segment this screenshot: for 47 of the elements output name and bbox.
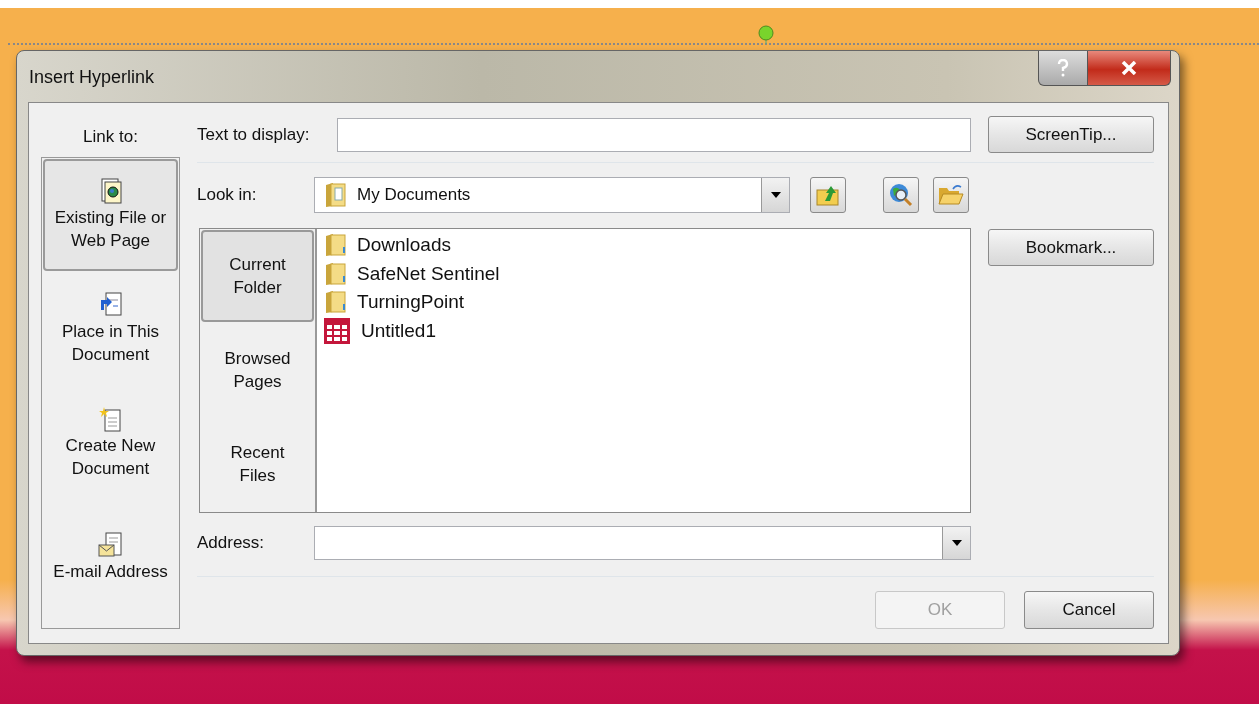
browse-web-button[interactable] [883, 177, 919, 213]
caret-icon [951, 540, 962, 546]
link-type-item[interactable]: E-mail Address [43, 501, 178, 613]
document-envelope-icon [97, 531, 124, 558]
open-folder-icon [938, 183, 964, 207]
close-icon [1121, 61, 1137, 75]
folder-up-arrow-icon [816, 184, 840, 206]
folder-icon [323, 182, 347, 208]
document-arrow-icon [98, 292, 123, 318]
document-globe-icon [99, 178, 122, 204]
question-icon [1057, 59, 1069, 77]
folder-icon [323, 233, 347, 258]
address-field[interactable] [314, 526, 971, 560]
new-document-icon [98, 406, 123, 432]
field-label: Look in: [197, 185, 258, 205]
dropdown-button[interactable] [942, 527, 970, 559]
dropdown-button[interactable] [761, 178, 789, 212]
screentip-button[interactable]: ScreenTip... [988, 116, 1154, 153]
browse-tab[interactable]: Recent Files [200, 417, 315, 511]
bookmark-button[interactable]: Bookmark... [988, 229, 1154, 266]
browse-tab[interactable]: Current Folder [201, 230, 314, 322]
close-button[interactable] [1088, 51, 1171, 86]
up-folder-button[interactable] [810, 177, 846, 213]
link-to-label: Link to: [83, 126, 138, 147]
folder-icon [323, 290, 347, 315]
rotation-handle[interactable] [756, 24, 776, 44]
folder-icon [323, 261, 347, 286]
window-title: Insert Hyperlink [29, 67, 155, 88]
look-in-dropdown[interactable]: My Documents [314, 177, 790, 213]
browse-tab[interactable]: Browsed Pages [200, 323, 315, 417]
link-type-item[interactable]: Existing File or Web Page [43, 159, 178, 271]
text-field[interactable] [337, 117, 971, 152]
file-item[interactable]: Untitled1 [361, 319, 436, 342]
globe-magnifier-icon [888, 182, 914, 208]
file-item[interactable]: Downloads [357, 234, 451, 257]
browse-file-button[interactable] [933, 177, 969, 213]
caret-icon [770, 192, 781, 198]
file-item[interactable]: TurningPoint [357, 291, 465, 314]
link-type-item[interactable]: Create New Document [43, 387, 178, 499]
field-label: Address: [197, 533, 266, 553]
dialog-button[interactable]: Cancel [1024, 591, 1154, 629]
help-button[interactable] [1038, 51, 1088, 86]
file-item[interactable]: SafeNet Sentinel [357, 262, 500, 285]
link-type-item[interactable]: Place in This Document [43, 273, 178, 385]
field-label: Text to display: [197, 124, 311, 145]
table-icon [323, 316, 351, 345]
dropdown-value: My Documents [357, 185, 471, 205]
